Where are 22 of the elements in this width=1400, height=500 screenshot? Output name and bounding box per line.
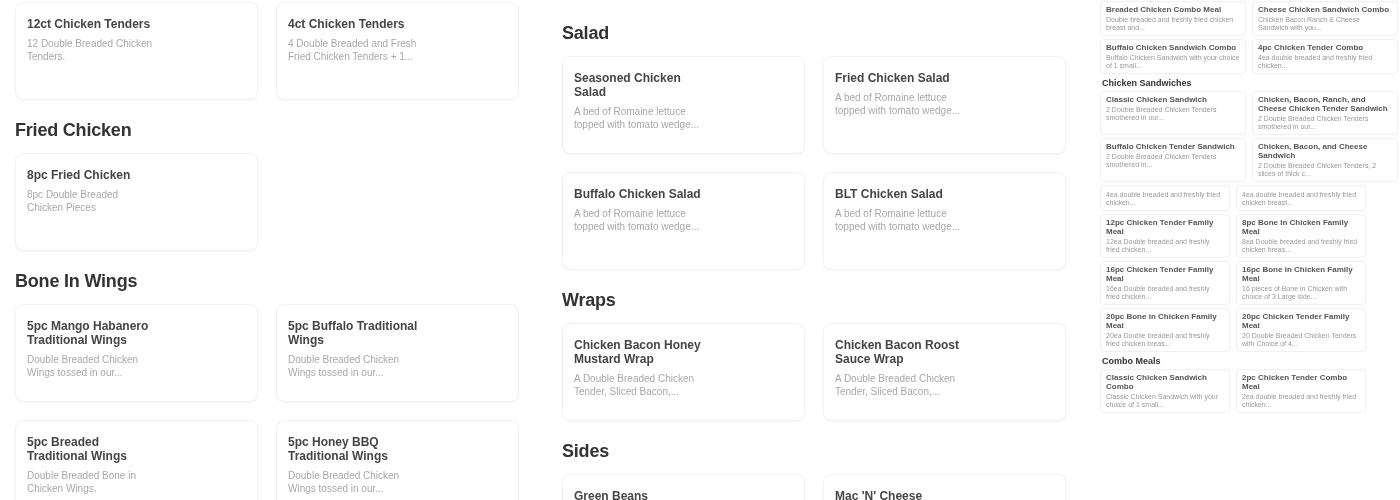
section-heading: Chicken Sandwiches xyxy=(1102,78,1193,88)
menu-item-card[interactable]: BLT Chicken Salad A bed of Romaine lettuce topped with tomato wedge... xyxy=(823,172,1066,270)
menu-item-card[interactable]: Chicken Bacon Honey Mustard Wrap A Double Breaded Chicken Tender, Sliced Bacon,... xyxy=(562,323,805,421)
menu-item-card[interactable]: 5pc Breaded Traditional Wings Double Breaded Bone in Chicken Wings. xyxy=(15,420,258,500)
menu-item-card[interactable]: 12ct Chicken Tenders 12 Double Breaded Chicken Tenders. xyxy=(15,2,258,100)
menu-item-card[interactable]: Chicken Bacon Roost Sauce Wrap A Double Breaded Chicken Tender, Sliced Bacon,... xyxy=(823,323,1066,421)
menu-item-card[interactable]: Buffalo Chicken Salad A bed of Romaine lettuce topped with tomato wedge... xyxy=(562,172,805,270)
menu-item-card[interactable]: Mac 'N' Cheese xyxy=(823,474,1066,500)
menu-item-card[interactable]: Seasoned Chicken Salad A bed of Romaine lettuce topped with tomato wedge... xyxy=(562,56,805,154)
menu-item-card[interactable]: 5pc Buffalo Traditional Wings Double Breaded Chicken Wings tossed in our... xyxy=(276,304,519,402)
section-heading: Salad xyxy=(562,22,611,45)
section-heading: Fried Chicken xyxy=(15,119,133,142)
menu-item-card[interactable]: 5pc Mango Habanero Traditional Wings Double Breaded Chicken Wings tossed in our... xyxy=(15,304,258,402)
menu-item-card[interactable]: 4ct Chicken Tenders 4 Double Breaded and Fresh Fried Chicken Tenders + 1... xyxy=(276,2,519,100)
menu-item-card[interactable]: 5pc Honey BBQ Traditional Wings Double Breaded Chicken Wings tossed in our... xyxy=(276,420,519,500)
section-heading: Bone In Wings xyxy=(15,270,139,293)
menu-item-card[interactable]: 8pc Fried Chicken 8pc Double Breaded Chicken Pieces xyxy=(15,153,258,251)
section-heading: Sides xyxy=(562,440,611,463)
menu-item-card[interactable]: Green Beans xyxy=(562,474,805,500)
menu-item-card[interactable]: Fried Chicken Salad A bed of Romaine lettuce topped with tomato wedge... xyxy=(823,56,1066,154)
section-heading: Combo Meals xyxy=(1102,356,1162,366)
section-heading: Wraps xyxy=(562,289,617,312)
